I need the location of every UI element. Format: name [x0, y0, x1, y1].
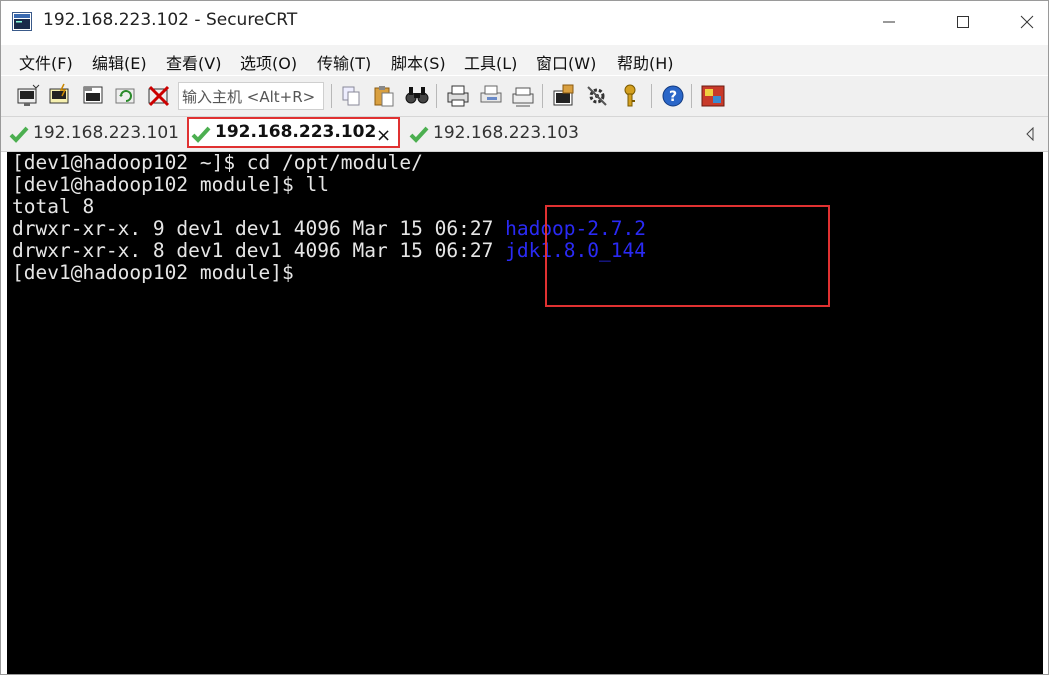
- tab-192-168-223-103[interactable]: 192.168.223.103: [407, 119, 587, 149]
- toolbar-separator: [436, 84, 437, 108]
- toolbar-separator: [651, 84, 652, 108]
- keymap-icon[interactable]: [617, 83, 643, 109]
- menu-edit[interactable]: 编辑(E): [92, 50, 147, 74]
- copy-icon[interactable]: [339, 83, 365, 109]
- menu-script[interactable]: 脚本(S): [391, 50, 446, 74]
- tab-label: 192.168.223.102: [215, 122, 377, 142]
- paste-icon[interactable]: [371, 83, 397, 109]
- session-tab-bar: 192.168.223.101 192.168.223.102 × 192.16…: [1, 117, 1048, 152]
- terminal-line: [dev1@hadoop102 ~]$ cd /opt/module/: [12, 152, 423, 174]
- connect-icon[interactable]: [15, 83, 41, 109]
- connected-check-icon: [9, 126, 29, 143]
- listing-text: drwxr-xr-x. 8 dev1 dev1 4096 Mar 15 06:2…: [12, 239, 506, 262]
- sftp-icon[interactable]: [700, 83, 726, 109]
- find-icon[interactable]: [404, 83, 430, 109]
- printer-setup-icon[interactable]: [510, 83, 536, 109]
- print-selection-icon[interactable]: [478, 83, 504, 109]
- securecrt-window: 192.168.223.102 - SecureCRT 文件(F) 编辑(E) …: [0, 0, 1049, 675]
- tab-label: 192.168.223.103: [433, 123, 580, 143]
- connected-check-icon: [191, 126, 211, 143]
- menu-window[interactable]: 窗口(W): [536, 50, 596, 74]
- tab-scroll-left-icon[interactable]: [1025, 126, 1035, 145]
- menu-options[interactable]: 选项(O): [240, 50, 297, 74]
- toolbar-separator: [691, 84, 692, 108]
- minimize-button[interactable]: [866, 1, 912, 43]
- terminal-line: [dev1@hadoop102 module]$ ll: [12, 173, 329, 196]
- menu-tools[interactable]: 工具(L): [464, 50, 517, 74]
- session-options-icon[interactable]: [551, 83, 577, 109]
- terminal-area[interactable]: [dev1@hadoop102 ~]$ cd /opt/module/ [dev…: [7, 152, 1043, 674]
- close-icon: [1020, 15, 1034, 29]
- connect-in-tab-icon[interactable]: [81, 83, 107, 109]
- disconnect-icon[interactable]: [146, 83, 172, 109]
- svg-text:?: ?: [669, 89, 677, 105]
- menu-transfer[interactable]: 传输(T): [317, 50, 371, 74]
- highlight-annotation-box: [545, 205, 830, 307]
- toolbar: ?: [1, 76, 1048, 117]
- terminal-line: total 8: [12, 195, 95, 218]
- toolbar-separator: [542, 84, 543, 108]
- title-bar: 192.168.223.102 - SecureCRT: [1, 1, 1048, 43]
- close-window-button[interactable]: [1004, 1, 1048, 43]
- menu-bar: 文件(F) 编辑(E) 查看(V) 选项(O) 传输(T) 脚本(S) 工具(L…: [1, 45, 1048, 75]
- terminal-line: [dev1@hadoop102 module]$: [12, 261, 306, 284]
- maximize-button[interactable]: [940, 1, 986, 43]
- minimize-icon: [883, 21, 895, 23]
- menu-file[interactable]: 文件(F): [19, 50, 73, 74]
- menu-help[interactable]: 帮助(H): [617, 50, 674, 74]
- maximize-icon: [957, 16, 969, 28]
- securecrt-app-icon: [12, 12, 32, 31]
- toolbar-separator: [331, 84, 332, 108]
- listing-text: drwxr-xr-x. 9 dev1 dev1 4096 Mar 15 06:2…: [12, 217, 506, 240]
- host-input[interactable]: [178, 82, 324, 110]
- print-icon[interactable]: [445, 83, 471, 109]
- window-title: 192.168.223.102 - SecureCRT: [43, 10, 298, 30]
- reconnect-icon[interactable]: [113, 83, 139, 109]
- quick-connect-icon[interactable]: [47, 83, 73, 109]
- help-icon[interactable]: ?: [660, 83, 686, 109]
- tab-close-icon[interactable]: ×: [376, 125, 391, 146]
- tab-192-168-223-101[interactable]: 192.168.223.101: [7, 119, 183, 149]
- tab-192-168-223-102[interactable]: 192.168.223.102 ×: [187, 117, 400, 148]
- connected-check-icon: [409, 126, 429, 143]
- global-options-icon[interactable]: [584, 83, 610, 109]
- menu-view[interactable]: 查看(V): [166, 50, 221, 74]
- tab-label: 192.168.223.101: [33, 123, 180, 143]
